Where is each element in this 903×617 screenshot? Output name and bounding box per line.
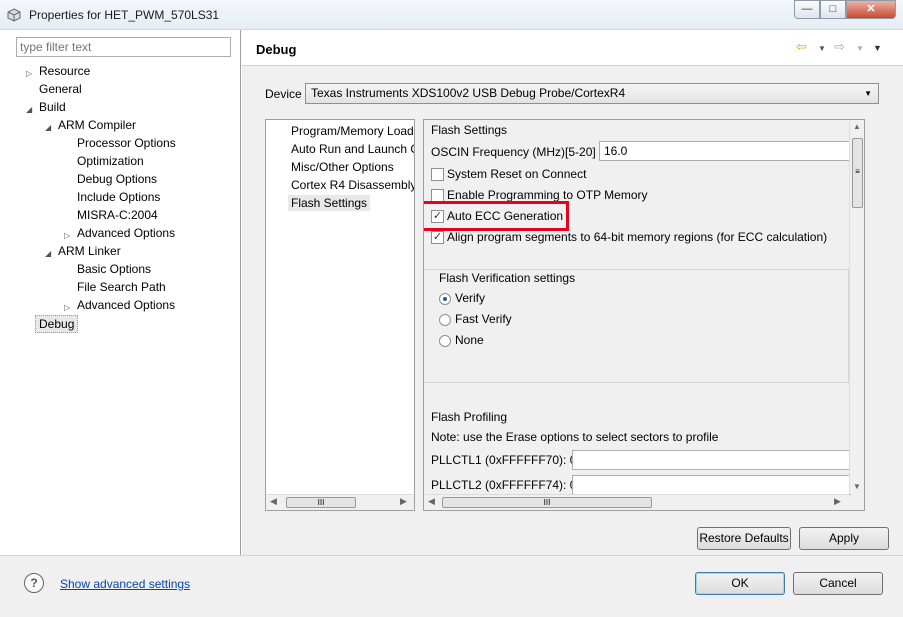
profiling-note: Note: use the Erase options to select se… xyxy=(431,430,719,444)
minimize-button[interactable]: — xyxy=(794,0,820,19)
align-segments-checkbox[interactable]: ✓ xyxy=(431,231,444,244)
profiling-title: Flash Profiling xyxy=(431,410,508,424)
tree-item-build[interactable]: Build xyxy=(39,99,66,115)
system-reset-label: System Reset on Connect xyxy=(447,167,587,181)
pllctl2-field[interactable] xyxy=(572,475,851,495)
device-value: Texas Instruments XDS100v2 USB Debug Pro… xyxy=(311,86,626,100)
collapse-icon[interactable]: ◢ xyxy=(45,249,51,258)
tree-item-include-options[interactable]: Include Options xyxy=(77,189,160,205)
none-label: None xyxy=(455,333,484,347)
collapse-icon[interactable]: ◢ xyxy=(26,105,32,114)
category-item[interactable]: Auto Run and Launch O xyxy=(291,142,414,156)
tree-item-basic-options[interactable]: Basic Options xyxy=(77,261,151,277)
settings-area: Flash Settings OSCIN Frequency (MHz)[5-2… xyxy=(423,119,865,511)
scroll-left-icon[interactable]: ◀ xyxy=(428,496,435,507)
category-item[interactable]: Cortex R4 Disassembly xyxy=(291,178,414,192)
cancel-button[interactable]: Cancel xyxy=(793,572,883,595)
verify-label: Verify xyxy=(455,291,486,305)
scroll-thumb[interactable]: III xyxy=(442,497,652,508)
scroll-thumb[interactable]: III xyxy=(286,497,356,508)
tree-item-debug[interactable]: Debug xyxy=(35,315,79,333)
ok-button[interactable]: OK xyxy=(695,572,785,595)
filter-input[interactable] xyxy=(16,37,231,57)
fast-verify-radio[interactable] xyxy=(439,314,451,326)
app-icon xyxy=(7,8,21,22)
horizontal-scrollbar[interactable]: ◀ III ▶ xyxy=(266,494,414,510)
none-radio[interactable] xyxy=(439,335,451,347)
flash-settings-title: Flash Settings xyxy=(431,123,508,137)
highlight-box xyxy=(424,201,569,231)
help-icon[interactable]: ? xyxy=(24,573,44,593)
expand-icon[interactable]: ▷ xyxy=(26,69,32,78)
pllctl1-label: PLLCTL1 (0xFFFFFF70): 0x xyxy=(431,453,583,467)
vertical-scrollbar[interactable]: ▲ ≡ ▼ xyxy=(849,120,864,494)
scroll-right-icon[interactable]: ▶ xyxy=(834,496,841,507)
system-reset-checkbox[interactable] xyxy=(431,168,444,181)
show-advanced-settings-link[interactable]: Show advanced settings xyxy=(60,577,190,591)
verification-title: Flash Verification settings xyxy=(439,271,576,285)
dropdown-arrow-icon: ▼ xyxy=(864,89,872,98)
tree-item-optimization[interactable]: Optimization xyxy=(77,153,144,169)
page-title: Debug xyxy=(256,42,297,57)
tree-item-advanced-options-linker[interactable]: Advanced Options xyxy=(77,297,175,313)
forward-arrow-icon[interactable]: ⇨ xyxy=(834,39,845,55)
expand-icon[interactable]: ▷ xyxy=(64,303,70,312)
forward-menu-icon[interactable]: ▼ xyxy=(856,44,864,53)
view-menu-icon[interactable]: ▼ xyxy=(873,43,882,53)
verification-group xyxy=(424,269,849,383)
scroll-left-icon[interactable]: ◀ xyxy=(270,496,277,507)
pllctl2-label: PLLCTL2 (0xFFFFFF74): 0x xyxy=(431,478,583,492)
verify-radio[interactable] xyxy=(439,293,451,305)
tree-item-arm-compiler[interactable]: ARM Compiler xyxy=(58,117,136,133)
tree-item-resource[interactable]: Resource xyxy=(39,63,90,79)
device-label: Device xyxy=(265,87,302,101)
tree-item-arm-linker[interactable]: ARM Linker xyxy=(58,243,121,259)
fast-verify-label: Fast Verify xyxy=(455,312,512,326)
tree-item-debug-options[interactable]: Debug Options xyxy=(77,171,157,187)
maximize-button[interactable]: □ xyxy=(820,0,846,19)
category-item[interactable]: Program/Memory Load xyxy=(291,124,414,138)
oscin-field[interactable]: 16.0 xyxy=(599,141,851,161)
category-item[interactable]: Misc/Other Options xyxy=(291,160,394,174)
scroll-right-icon[interactable]: ▶ xyxy=(400,496,407,507)
scroll-up-icon[interactable]: ▲ xyxy=(853,122,861,131)
category-item-selected[interactable]: Flash Settings xyxy=(288,195,371,211)
back-arrow-icon[interactable]: ⇦ xyxy=(796,39,807,55)
apply-button[interactable]: Apply xyxy=(799,527,889,550)
category-list: Program/Memory Load Auto Run and Launch … xyxy=(265,119,415,511)
oscin-label: OSCIN Frequency (MHz)[5-20] xyxy=(431,145,596,159)
tree-item-advanced-options-compiler[interactable]: Advanced Options xyxy=(77,225,175,241)
collapse-icon[interactable]: ◢ xyxy=(45,123,51,132)
tree-item-general[interactable]: General xyxy=(39,81,82,97)
scroll-thumb[interactable]: ≡ xyxy=(852,138,863,208)
tree-item-misra[interactable]: MISRA-C:2004 xyxy=(77,207,158,223)
horizontal-scrollbar[interactable]: ◀ III ▶ xyxy=(424,494,849,510)
expand-icon[interactable]: ▷ xyxy=(64,231,70,240)
back-menu-icon[interactable]: ▼ xyxy=(818,44,826,53)
restore-defaults-button[interactable]: Restore Defaults xyxy=(697,527,791,550)
tree-item-processor-options[interactable]: Processor Options xyxy=(77,135,176,151)
device-select[interactable]: Texas Instruments XDS100v2 USB Debug Pro… xyxy=(305,83,879,104)
tree-item-file-search-path[interactable]: File Search Path xyxy=(77,279,166,295)
pllctl1-field[interactable] xyxy=(572,450,851,470)
close-button[interactable]: ✕ xyxy=(846,0,896,19)
scroll-down-icon[interactable]: ▼ xyxy=(853,482,861,491)
enable-otp-label: Enable Programming to OTP Memory xyxy=(447,188,648,202)
window-title: Properties for HET_PWM_570LS31 xyxy=(29,8,220,22)
align-segments-label: Align program segments to 64-bit memory … xyxy=(447,230,828,244)
